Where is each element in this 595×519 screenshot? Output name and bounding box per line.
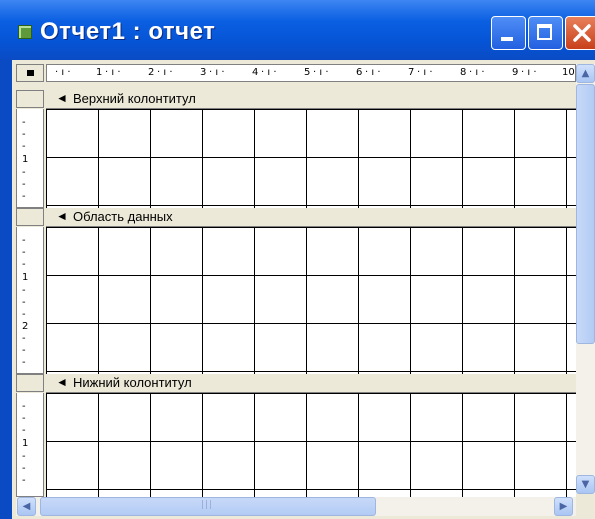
ruler-label: 1 [22, 272, 29, 283]
report-selector[interactable] [16, 64, 44, 82]
ruler-label: 2 [22, 321, 29, 332]
close-button[interactable] [565, 16, 595, 50]
window-title: Отчет1 : отчет [40, 18, 216, 45]
ruler-label: 3 [200, 67, 207, 78]
page-header-label: Верхний колонтитул [73, 91, 196, 106]
chevron-up-icon: ▲ [581, 68, 590, 79]
section-arrow-icon: ◄ [56, 375, 68, 389]
ruler-label: 1 [22, 438, 29, 449]
page-footer-label: Нижний колонтитул [73, 375, 192, 390]
vertical-ruler-page-footer[interactable]: - - - 1 - - - [16, 393, 44, 497]
ruler-label: 1 [96, 67, 103, 78]
horizontal-ruler[interactable]: · ı · 1 · ı · 2 · ı · 3 · ı · 4 · ı · 5 … [46, 64, 576, 82]
title-bar[interactable]: Отчет1 : отчет [0, 0, 595, 60]
chevron-left-icon: ◀ [22, 501, 31, 512]
ruler-label: 1 [22, 154, 29, 165]
ruler-label: 9 [512, 67, 519, 78]
scroll-down-button[interactable]: ▼ [576, 475, 595, 494]
window-frame-left [0, 60, 12, 519]
section-arrow-icon: ◄ [56, 91, 68, 105]
detail-label: Область данных [73, 209, 173, 224]
report-icon[interactable] [18, 25, 32, 39]
scroll-left-button[interactable]: ◀ [17, 497, 36, 516]
chevron-right-icon: ▶ [559, 501, 568, 512]
page-header-selector[interactable] [16, 90, 44, 108]
minimize-button[interactable] [491, 16, 526, 50]
vertical-ruler-detail[interactable]: - - - 1 - - - 2 - - - [16, 227, 44, 374]
scroll-up-button[interactable]: ▲ [576, 64, 595, 83]
ruler-label: 7 [408, 67, 415, 78]
ruler-label: 10 [562, 67, 575, 78]
page-header-bar[interactable]: ◄ Верхний колонтитул [46, 90, 576, 109]
page-footer-grid[interactable] [46, 393, 576, 497]
ruler-ticks: · ı · [55, 67, 71, 78]
scroll-right-button[interactable]: ▶ [554, 497, 573, 516]
section-arrow-icon: ◄ [56, 209, 68, 223]
detail-grid[interactable] [46, 227, 576, 374]
page-footer-selector[interactable] [16, 374, 44, 392]
ruler-label: 6 [356, 67, 363, 78]
ruler-label: 8 [460, 67, 467, 78]
page-header-grid[interactable] [46, 109, 576, 208]
page-footer-bar[interactable]: ◄ Нижний колонтитул [46, 374, 576, 393]
report-window: Отчет1 : отчет · ı · 1 · ı · 2 · ı · 3 ·… [0, 0, 595, 519]
close-icon [573, 24, 591, 42]
detail-selector[interactable] [16, 208, 44, 226]
ruler-label: 5 [304, 67, 311, 78]
maximize-button[interactable] [528, 16, 563, 50]
vertical-ruler-page-header[interactable]: - - - 1 - - - [16, 109, 44, 208]
detail-bar[interactable]: ◄ Область данных [46, 208, 576, 227]
ruler-label: 2 [148, 67, 155, 78]
vertical-scroll-thumb[interactable] [576, 84, 595, 344]
chevron-down-icon: ▼ [581, 479, 590, 490]
ruler-label: 4 [252, 67, 259, 78]
size-grip[interactable] [576, 497, 595, 516]
horizontal-scroll-thumb[interactable] [40, 497, 376, 516]
